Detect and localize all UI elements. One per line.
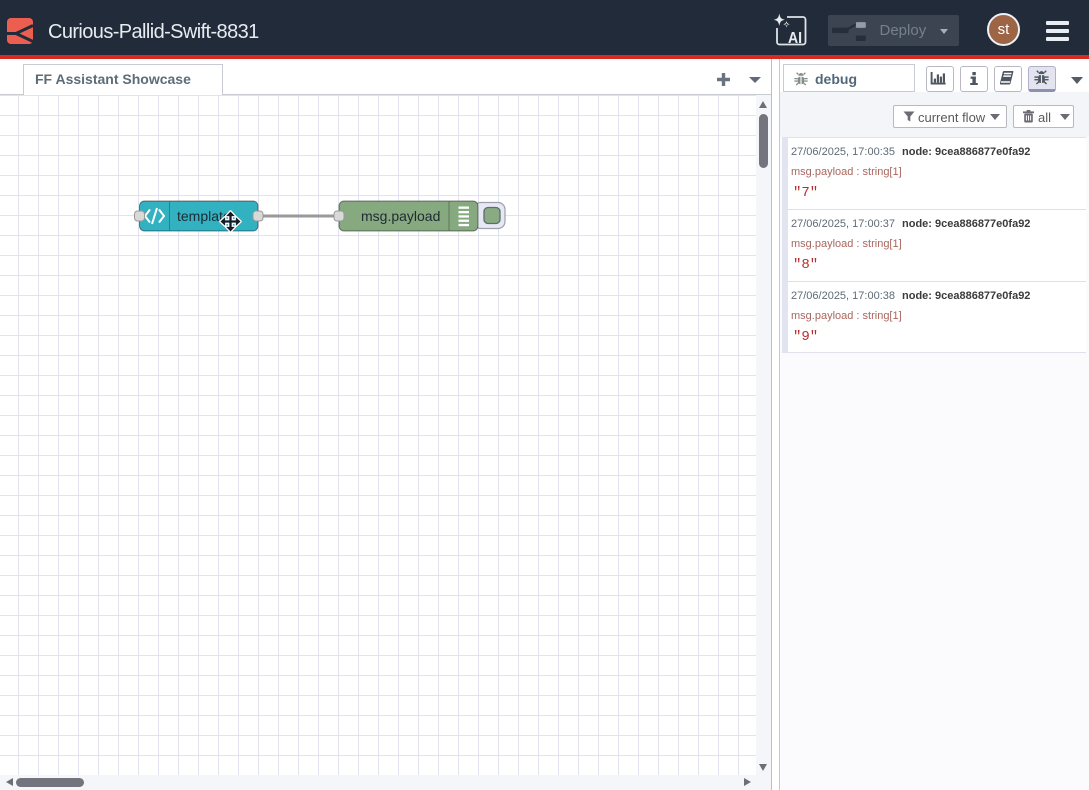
- svg-text:msg.payload: msg.payload: [361, 208, 440, 224]
- svg-text:AI: AI: [788, 29, 802, 47]
